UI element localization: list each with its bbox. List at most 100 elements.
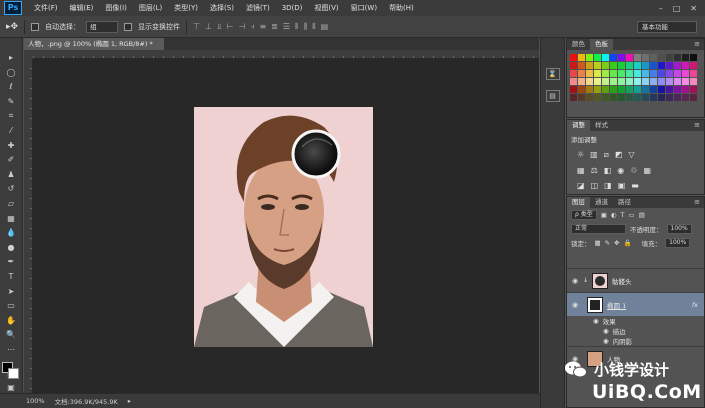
swatch[interactable]: [650, 86, 657, 93]
swatch[interactable]: [658, 78, 665, 85]
swatch[interactable]: [618, 62, 625, 69]
swatch[interactable]: [610, 94, 617, 101]
panel-menu-icon[interactable]: ≡: [694, 197, 704, 208]
dodge-tool-icon[interactable]: ●: [4, 242, 19, 253]
more-tools-icon[interactable]: ⋯: [4, 344, 19, 355]
swatch[interactable]: [570, 62, 577, 69]
align-left-icon[interactable]: ⊢: [227, 22, 234, 32]
pen-tool-icon[interactable]: ✒: [4, 256, 19, 267]
fx-icon[interactable]: fx: [692, 301, 704, 309]
menu-layer[interactable]: 图层(L): [133, 3, 168, 13]
maximize-button[interactable]: □: [673, 4, 681, 13]
filter-type-icon[interactable]: T: [621, 211, 625, 219]
lock-paint-icon[interactable]: ✎: [605, 239, 610, 247]
menu-file[interactable]: 文件(F): [28, 3, 64, 13]
vibrance-icon[interactable]: ▽: [628, 150, 634, 160]
swatch[interactable]: [642, 94, 649, 101]
horizontal-ruler[interactable]: [33, 50, 539, 59]
zoom-level[interactable]: 100%: [26, 397, 45, 405]
brush-tool-icon[interactable]: ✐: [4, 154, 19, 165]
lasso-tool-icon[interactable]: ℓ: [4, 81, 19, 92]
swatch[interactable]: [626, 78, 633, 85]
zoom-tool-icon[interactable]: 🔍: [4, 329, 19, 340]
menu-help[interactable]: 帮助(H): [383, 3, 420, 13]
marquee-tool-icon[interactable]: ◯: [4, 67, 19, 78]
swatch[interactable]: [626, 62, 633, 69]
swatch[interactable]: [674, 70, 681, 77]
filter-shape-icon[interactable]: ▭: [629, 211, 635, 219]
channel-mixer-icon[interactable]: ♲: [630, 166, 637, 175]
auto-select-dropdown[interactable]: 组: [86, 20, 119, 33]
swatch[interactable]: [602, 94, 609, 101]
type-tool-icon[interactable]: T: [4, 271, 19, 282]
workspace-dropdown[interactable]: 基本功能: [637, 21, 697, 33]
canvas-image[interactable]: [194, 107, 373, 347]
swatch[interactable]: [586, 86, 593, 93]
swatch[interactable]: [674, 94, 681, 101]
swatch[interactable]: [594, 54, 601, 61]
tab-styles[interactable]: 样式: [590, 120, 613, 131]
history-brush-tool-icon[interactable]: ↺: [4, 183, 19, 194]
lock-pixels-icon[interactable]: ▦: [595, 239, 601, 247]
layer-ellipse[interactable]: ◉ 椭圆 1 fx: [567, 292, 704, 316]
swatch[interactable]: [674, 62, 681, 69]
swatch[interactable]: [570, 78, 577, 85]
swatch[interactable]: [650, 78, 657, 85]
tab-color[interactable]: 颜色: [567, 39, 590, 50]
swatch-grid[interactable]: [570, 54, 697, 101]
swatch[interactable]: [658, 70, 665, 77]
distribute-top-icon[interactable]: ≡: [259, 22, 266, 32]
swatch[interactable]: [602, 78, 609, 85]
align-bottom-icon[interactable]: ⫫: [217, 22, 222, 32]
swatch[interactable]: [690, 86, 697, 93]
swatch[interactable]: [658, 86, 665, 93]
blend-mode-dropdown[interactable]: 正常: [571, 224, 626, 234]
swatch[interactable]: [634, 78, 641, 85]
menu-filter[interactable]: 滤镜(T): [240, 3, 276, 13]
hue-saturation-icon[interactable]: ▦: [577, 166, 585, 175]
black-white-icon[interactable]: ◧: [604, 166, 612, 175]
menu-window[interactable]: 窗口(W): [345, 3, 383, 13]
menu-edit[interactable]: 编辑(E): [64, 3, 100, 13]
swatch[interactable]: [650, 70, 657, 77]
effect-inner-shadow-row[interactable]: ◉ 内阴影: [567, 336, 704, 346]
swatch[interactable]: [594, 78, 601, 85]
ruler-corner[interactable]: [24, 50, 33, 59]
photo-filter-icon[interactable]: ◉: [617, 166, 624, 175]
tab-adjustments[interactable]: 调整: [567, 120, 590, 131]
swatch[interactable]: [690, 54, 697, 61]
swatch[interactable]: [602, 70, 609, 77]
auto-select-checkbox[interactable]: [31, 22, 40, 31]
panel-menu-icon[interactable]: ≡: [694, 120, 704, 131]
swatch[interactable]: [602, 54, 609, 61]
color-swatches[interactable]: [2, 362, 20, 380]
swatch[interactable]: [682, 94, 689, 101]
filter-smart-icon[interactable]: ▤: [639, 211, 645, 219]
gradient-tool-icon[interactable]: ▦: [4, 213, 19, 224]
lock-all-icon[interactable]: 🔒: [624, 239, 632, 247]
swatch[interactable]: [690, 94, 697, 101]
swatch[interactable]: [626, 86, 633, 93]
swatch[interactable]: [658, 94, 665, 101]
distribute-right-icon[interactable]: ⫴: [312, 22, 315, 32]
distribute-bottom-icon[interactable]: ☰: [283, 22, 290, 32]
swatch[interactable]: [586, 70, 593, 77]
swatch[interactable]: [626, 54, 633, 61]
swatch[interactable]: [634, 70, 641, 77]
swatch[interactable]: [570, 94, 577, 101]
swatch[interactable]: [658, 54, 665, 61]
swatch[interactable]: [682, 62, 689, 69]
swatch[interactable]: [690, 62, 697, 69]
tab-layers[interactable]: 图层: [567, 197, 590, 208]
tab-paths[interactable]: 路径: [613, 197, 636, 208]
swatch[interactable]: [674, 86, 681, 93]
swatch[interactable]: [682, 86, 689, 93]
swatch[interactable]: [674, 54, 681, 61]
swatch[interactable]: [570, 70, 577, 77]
align-right-icon[interactable]: ⫞: [250, 22, 254, 32]
menu-image[interactable]: 图像(I): [99, 3, 133, 13]
swatch[interactable]: [666, 70, 673, 77]
levels-icon[interactable]: ▥: [590, 150, 598, 160]
layer-name[interactable]: 骷髅头: [612, 276, 632, 286]
crop-tool-icon[interactable]: ⌗: [4, 110, 19, 121]
